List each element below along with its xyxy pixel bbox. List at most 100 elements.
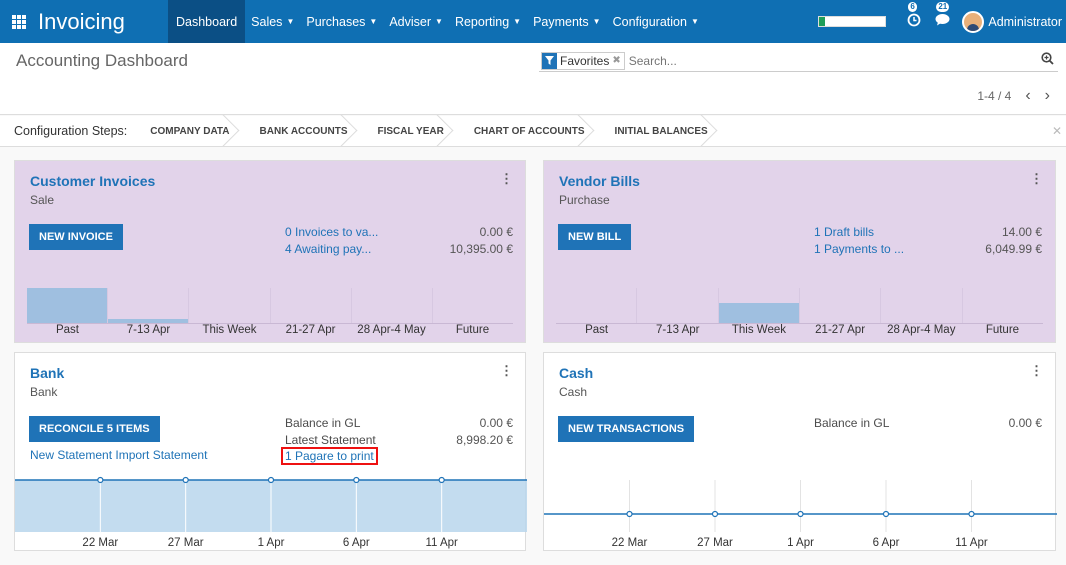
menu-adviser[interactable]: Adviser ▼ [383, 0, 449, 43]
pagare-to-print-link[interactable]: 1 Pagare to print [281, 447, 378, 465]
control-panel: Accounting Dashboard Favorites ✖ 1-4 / 4… [0, 43, 1066, 115]
new-bill-button[interactable]: NEW BILL [558, 224, 632, 250]
draft-bills-link[interactable]: 1 Draft bills [814, 225, 874, 239]
pager-next-icon[interactable]: › [1045, 87, 1050, 105]
axis-tick-label: 6 Apr [873, 537, 900, 549]
bar-column [433, 288, 513, 323]
new-transactions-button[interactable]: NEW TRANSACTIONS [558, 416, 695, 442]
bar[interactable] [27, 288, 108, 323]
step-company-data[interactable]: COMPANY DATA [135, 116, 244, 147]
cash-card: Cash Cash ⋮ NEW TRANSACTIONS Balance in … [543, 352, 1057, 551]
user-menu[interactable]: Administrator [988, 15, 1062, 29]
activity-button[interactable]: 6 [900, 0, 928, 43]
stat-value: 10,395.00 € [449, 242, 513, 256]
step-chart-of-accounts[interactable]: CHART OF ACCOUNTS [459, 116, 600, 147]
filter-icon [542, 52, 557, 69]
stat-value: 6,049.99 € [985, 242, 1042, 256]
stat-row: 0 Invoices to va... 0.00 € [285, 225, 513, 239]
pager-previous-icon[interactable]: ‹ [1025, 87, 1030, 105]
apps-grid-icon[interactable] [12, 14, 26, 29]
pager-value[interactable]: 1-4 / 4 [977, 89, 1011, 103]
bar-column [352, 288, 433, 323]
data-point[interactable] [353, 476, 360, 484]
kebab-menu-icon[interactable]: ⋮ [500, 363, 513, 379]
bar-chart-axis: Past 7-13 Apr This Week 21-27 Apr 28 Apr-4 M… [27, 324, 513, 342]
clock-icon [907, 13, 921, 31]
kebab-menu-icon[interactable]: ⋮ [1030, 171, 1043, 187]
data-point[interactable] [711, 510, 719, 518]
search-facet: Favorites ✖ [541, 51, 625, 70]
bar-column [800, 288, 882, 323]
card-title[interactable]: Bank [30, 365, 64, 381]
search-bar: Favorites ✖ [539, 50, 1058, 72]
axis-tick-label: 22 Mar [82, 537, 118, 549]
data-point[interactable] [797, 510, 804, 518]
menu-configuration-label: Configuration [612, 14, 687, 29]
bar-axis-label: 7-13 Apr [126, 324, 171, 336]
stat-row: 1 Draft bills 14.00 € [814, 225, 1042, 239]
caret-down-icon: ▼ [592, 17, 601, 26]
new-invoice-button[interactable]: NEW INVOICE [29, 224, 123, 250]
bar-chart [27, 288, 513, 324]
card-subtitle: Purchase [559, 193, 610, 207]
search-input[interactable] [628, 53, 1009, 68]
bar-column [718, 288, 800, 323]
import-statement-link[interactable]: New Statement Import Statement [30, 448, 207, 462]
menu-purchases[interactable]: Purchases ▼ [300, 0, 383, 43]
latest-statement-label: Latest Statement [285, 433, 376, 447]
kebab-menu-icon[interactable]: ⋮ [1030, 363, 1043, 379]
page-title: Accounting Dashboard [16, 51, 189, 70]
menu-payments[interactable]: Payments ▼ [527, 0, 607, 43]
activity-count-badge: 6 [908, 2, 917, 12]
data-point[interactable] [97, 476, 104, 484]
search-options-icon[interactable] [1041, 52, 1054, 68]
bar-column [189, 288, 271, 323]
data-point[interactable] [267, 476, 275, 484]
latest-statement-value: 8,998.20 € [456, 433, 513, 447]
step-initial-balances[interactable]: INITIAL BALANCES [600, 116, 723, 147]
bar-column [27, 288, 109, 323]
stat-row: Balance in GL 0.00 € [814, 416, 1042, 430]
menu-sales-label: Sales [251, 14, 283, 29]
step-bank-accounts[interactable]: BANK ACCOUNTS [245, 116, 363, 147]
user-avatar[interactable] [962, 10, 985, 33]
card-title[interactable]: Cash [559, 365, 593, 381]
bar-column [963, 288, 1043, 323]
app-title: Invoicing [38, 8, 125, 34]
bar-axis-label: Future [455, 324, 490, 336]
axis-tick-label: 1 Apr [787, 537, 814, 549]
remove-facet-icon[interactable]: ✖ [612, 55, 623, 66]
card-title[interactable]: Customer Invoices [30, 173, 155, 189]
data-point[interactable] [182, 476, 189, 484]
onboarding-progress-bar[interactable] [818, 16, 887, 27]
menu-sales[interactable]: Sales ▼ [245, 0, 300, 43]
customer-invoices-card: Customer Invoices Sale ⋮ NEW INVOICE 0 I… [14, 160, 526, 343]
navbar-right: 6 21 Administrator [818, 0, 1066, 43]
payments-to-do-link[interactable]: 1 Payments to ... [814, 242, 904, 256]
menu-configuration[interactable]: Configuration ▼ [607, 0, 705, 43]
awaiting-payment-link[interactable]: 4 Awaiting pay... [285, 242, 371, 256]
bar[interactable] [108, 318, 189, 323]
menu-reporting-label: Reporting [454, 14, 510, 29]
data-point[interactable] [626, 510, 633, 518]
bar[interactable] [718, 302, 799, 323]
card-title[interactable]: Vendor Bills [559, 173, 640, 189]
axis-tick-label: 11 Apr [425, 537, 458, 549]
data-point[interactable] [882, 510, 890, 518]
data-point[interactable] [438, 476, 445, 484]
reconcile-items-button[interactable]: RECONCILE 5 ITEMS [29, 416, 160, 442]
close-icon[interactable]: ✕ [1052, 124, 1062, 138]
kebab-menu-icon[interactable]: ⋮ [500, 171, 513, 187]
bar-axis-label: This Week [202, 324, 257, 336]
menu-dashboard[interactable]: Dashboard [168, 0, 246, 43]
messages-button[interactable]: 21 [928, 0, 956, 43]
menu-reporting[interactable]: Reporting ▼ [449, 0, 527, 43]
invoices-to-validate-link[interactable]: 0 Invoices to va... [285, 225, 378, 239]
bar-axis-label: Past [585, 324, 609, 336]
menu-dashboard-label: Dashboard [176, 14, 238, 29]
step-fiscal-year[interactable]: FISCAL YEAR [363, 116, 459, 147]
facet-label: Favorites [560, 53, 610, 68]
vendor-bills-card: Vendor Bills Purchase ⋮ NEW BILL 1 Draft… [543, 160, 1056, 343]
data-point[interactable] [968, 510, 975, 518]
comments-icon [935, 13, 950, 30]
